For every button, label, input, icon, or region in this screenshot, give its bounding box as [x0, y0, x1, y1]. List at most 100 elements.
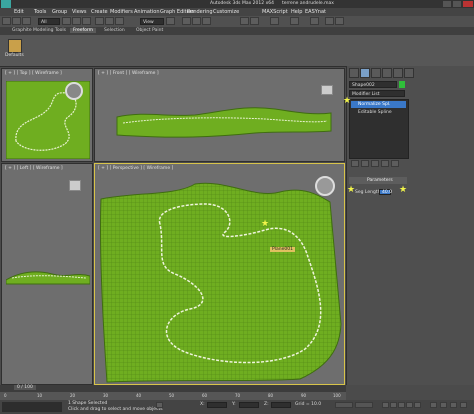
- pin-stack-icon[interactable]: [351, 160, 359, 167]
- reference-coord-dropdown[interactable]: View: [140, 18, 164, 25]
- next-frame-icon[interactable]: [406, 402, 413, 408]
- menu-easynat[interactable]: EASYnat: [305, 9, 326, 15]
- tick-label: 30: [103, 393, 109, 398]
- menu-group[interactable]: Group: [52, 9, 67, 15]
- viewport-perspective[interactable]: [ + ] [ Perspective ] [ Wireframe ] ★ Pl…: [94, 163, 345, 385]
- close-button[interactable]: [463, 1, 473, 7]
- create-tab-icon[interactable]: [349, 68, 359, 78]
- mirror-icon[interactable]: [240, 17, 249, 25]
- go-to-end-icon[interactable]: [414, 402, 421, 408]
- tab-freeform[interactable]: Freeform: [70, 28, 97, 33]
- pan-icon[interactable]: [440, 402, 447, 408]
- stack-item-editable-spline[interactable]: Editable Spline: [351, 109, 406, 116]
- defaults-label[interactable]: Defaults: [5, 53, 24, 58]
- menu-animation[interactable]: Animation: [134, 9, 160, 15]
- lock-selection-icon[interactable]: [156, 402, 163, 408]
- perspective-terrain-view: [99, 182, 342, 383]
- scale-icon[interactable]: [115, 17, 124, 25]
- menu-create[interactable]: Create: [91, 9, 108, 15]
- viewport-top-label[interactable]: [ + ] [ Top ] [ Wireframe ]: [5, 71, 62, 76]
- maxscript-listener-box[interactable]: [2, 402, 62, 412]
- utilities-tab-icon[interactable]: [404, 68, 414, 78]
- display-tab-icon[interactable]: [393, 68, 403, 78]
- tab-object-paint[interactable]: Object Paint: [136, 28, 163, 33]
- go-to-start-icon[interactable]: [382, 402, 389, 408]
- viewport-front[interactable]: [ + ] [ Front ] [ Wireframe ]: [94, 68, 345, 162]
- snap-icon[interactable]: [182, 17, 191, 25]
- y-coord-field[interactable]: [239, 402, 259, 408]
- time-slider[interactable]: 0 / 100: [0, 385, 346, 392]
- previous-frame-icon[interactable]: [390, 402, 397, 408]
- align-icon[interactable]: [250, 17, 259, 25]
- tick-label: 60: [202, 393, 208, 398]
- rotate-icon[interactable]: [105, 17, 114, 25]
- perspective-viewcube-icon[interactable]: [315, 176, 335, 196]
- frame-counter[interactable]: 0 / 100: [14, 385, 36, 390]
- viewport-left-label[interactable]: [ + ] [ Left ] [ Wireframe ]: [5, 166, 63, 171]
- menu-views[interactable]: Views: [72, 9, 86, 15]
- play-icon[interactable]: [398, 402, 405, 408]
- render-icon[interactable]: [335, 17, 344, 25]
- app-logo-icon[interactable]: [1, 0, 11, 8]
- curve-editor-icon[interactable]: [290, 17, 299, 25]
- maximize-button[interactable]: [453, 1, 461, 7]
- angle-snap-icon[interactable]: [192, 17, 201, 25]
- defaults-brush-icon[interactable]: [8, 39, 22, 53]
- x-coord-label: X:: [200, 402, 205, 407]
- make-unique-icon[interactable]: [371, 160, 379, 167]
- object-color-swatch[interactable]: [399, 81, 405, 88]
- viewport-top[interactable]: [ + ] [ Top ] [ Wireframe ]: [1, 68, 93, 162]
- redo-icon[interactable]: [12, 17, 21, 25]
- minimize-button[interactable]: [443, 1, 451, 7]
- menu-edit[interactable]: Edit: [14, 9, 24, 15]
- z-coord-field[interactable]: [271, 402, 291, 408]
- stack-item-normalize[interactable]: Normalize Spl.: [351, 101, 406, 108]
- tab-graphite-modeling[interactable]: Graphite Modeling Tools: [12, 28, 66, 33]
- configure-sets-icon[interactable]: [391, 160, 399, 167]
- auto-key-button[interactable]: [335, 402, 353, 408]
- tab-selection[interactable]: Selection: [104, 28, 125, 33]
- hierarchy-tab-icon[interactable]: [371, 68, 381, 78]
- menu-rendering[interactable]: Rendering: [187, 9, 213, 15]
- menu-modifiers[interactable]: Modifiers: [110, 9, 133, 15]
- percent-snap-icon[interactable]: [202, 17, 211, 25]
- menu-tools[interactable]: Tools: [34, 9, 46, 15]
- status-bar: 1 Shape Selected Click and drag to selec…: [0, 400, 474, 414]
- layer-icon[interactable]: [270, 17, 279, 25]
- left-viewcube-icon[interactable]: [69, 180, 81, 191]
- pivot-icon[interactable]: [166, 17, 175, 25]
- top-viewcube-icon[interactable]: [65, 82, 83, 100]
- zoom-icon[interactable]: [430, 402, 437, 408]
- select-object-icon[interactable]: [62, 17, 71, 25]
- modify-tab-icon[interactable]: [360, 68, 370, 78]
- viewport-left[interactable]: [ + ] [ Left ] [ Wireframe ]: [1, 163, 93, 385]
- set-key-button[interactable]: [355, 402, 373, 408]
- show-end-result-icon[interactable]: [361, 160, 369, 167]
- link-icon[interactable]: [22, 17, 31, 25]
- front-viewcube-icon[interactable]: [321, 85, 333, 95]
- region-select-icon[interactable]: [82, 17, 91, 25]
- seg-length-spinner[interactable]: 40.0: [379, 189, 392, 195]
- left-terrain-view: [6, 271, 90, 285]
- select-by-name-icon[interactable]: [72, 17, 81, 25]
- maximize-viewport-icon[interactable]: [460, 402, 467, 408]
- render-setup-icon[interactable]: [325, 17, 334, 25]
- viewport-perspective-label[interactable]: [ + ] [ Perspective ] [ Wireframe ]: [98, 166, 173, 171]
- move-icon[interactable]: [95, 17, 104, 25]
- menu-customize[interactable]: Customize: [213, 9, 239, 15]
- viewport-front-label[interactable]: [ + ] [ Front ] [ Wireframe ]: [98, 71, 159, 76]
- material-editor-icon[interactable]: [310, 17, 319, 25]
- undo-icon[interactable]: [2, 17, 11, 25]
- menu-maxscript[interactable]: MAXScript: [262, 9, 288, 15]
- motion-tab-icon[interactable]: [382, 68, 392, 78]
- menu-bar: Edit Tools Group Views Create Modifiers …: [0, 8, 474, 16]
- parameters-rollout-header[interactable]: Parameters: [349, 177, 407, 184]
- object-name-field[interactable]: Shape002: [349, 81, 397, 88]
- track-bar[interactable]: 0 10 20 30 40 50 60 70 80 90 100: [0, 392, 346, 400]
- x-coord-field[interactable]: [207, 402, 227, 408]
- modifier-list-dropdown[interactable]: Modifier List: [349, 90, 405, 97]
- orbit-icon[interactable]: [450, 402, 457, 408]
- menu-help[interactable]: Help: [291, 9, 302, 15]
- remove-modifier-icon[interactable]: [381, 160, 389, 167]
- selection-filter-dropdown[interactable]: All: [38, 18, 60, 25]
